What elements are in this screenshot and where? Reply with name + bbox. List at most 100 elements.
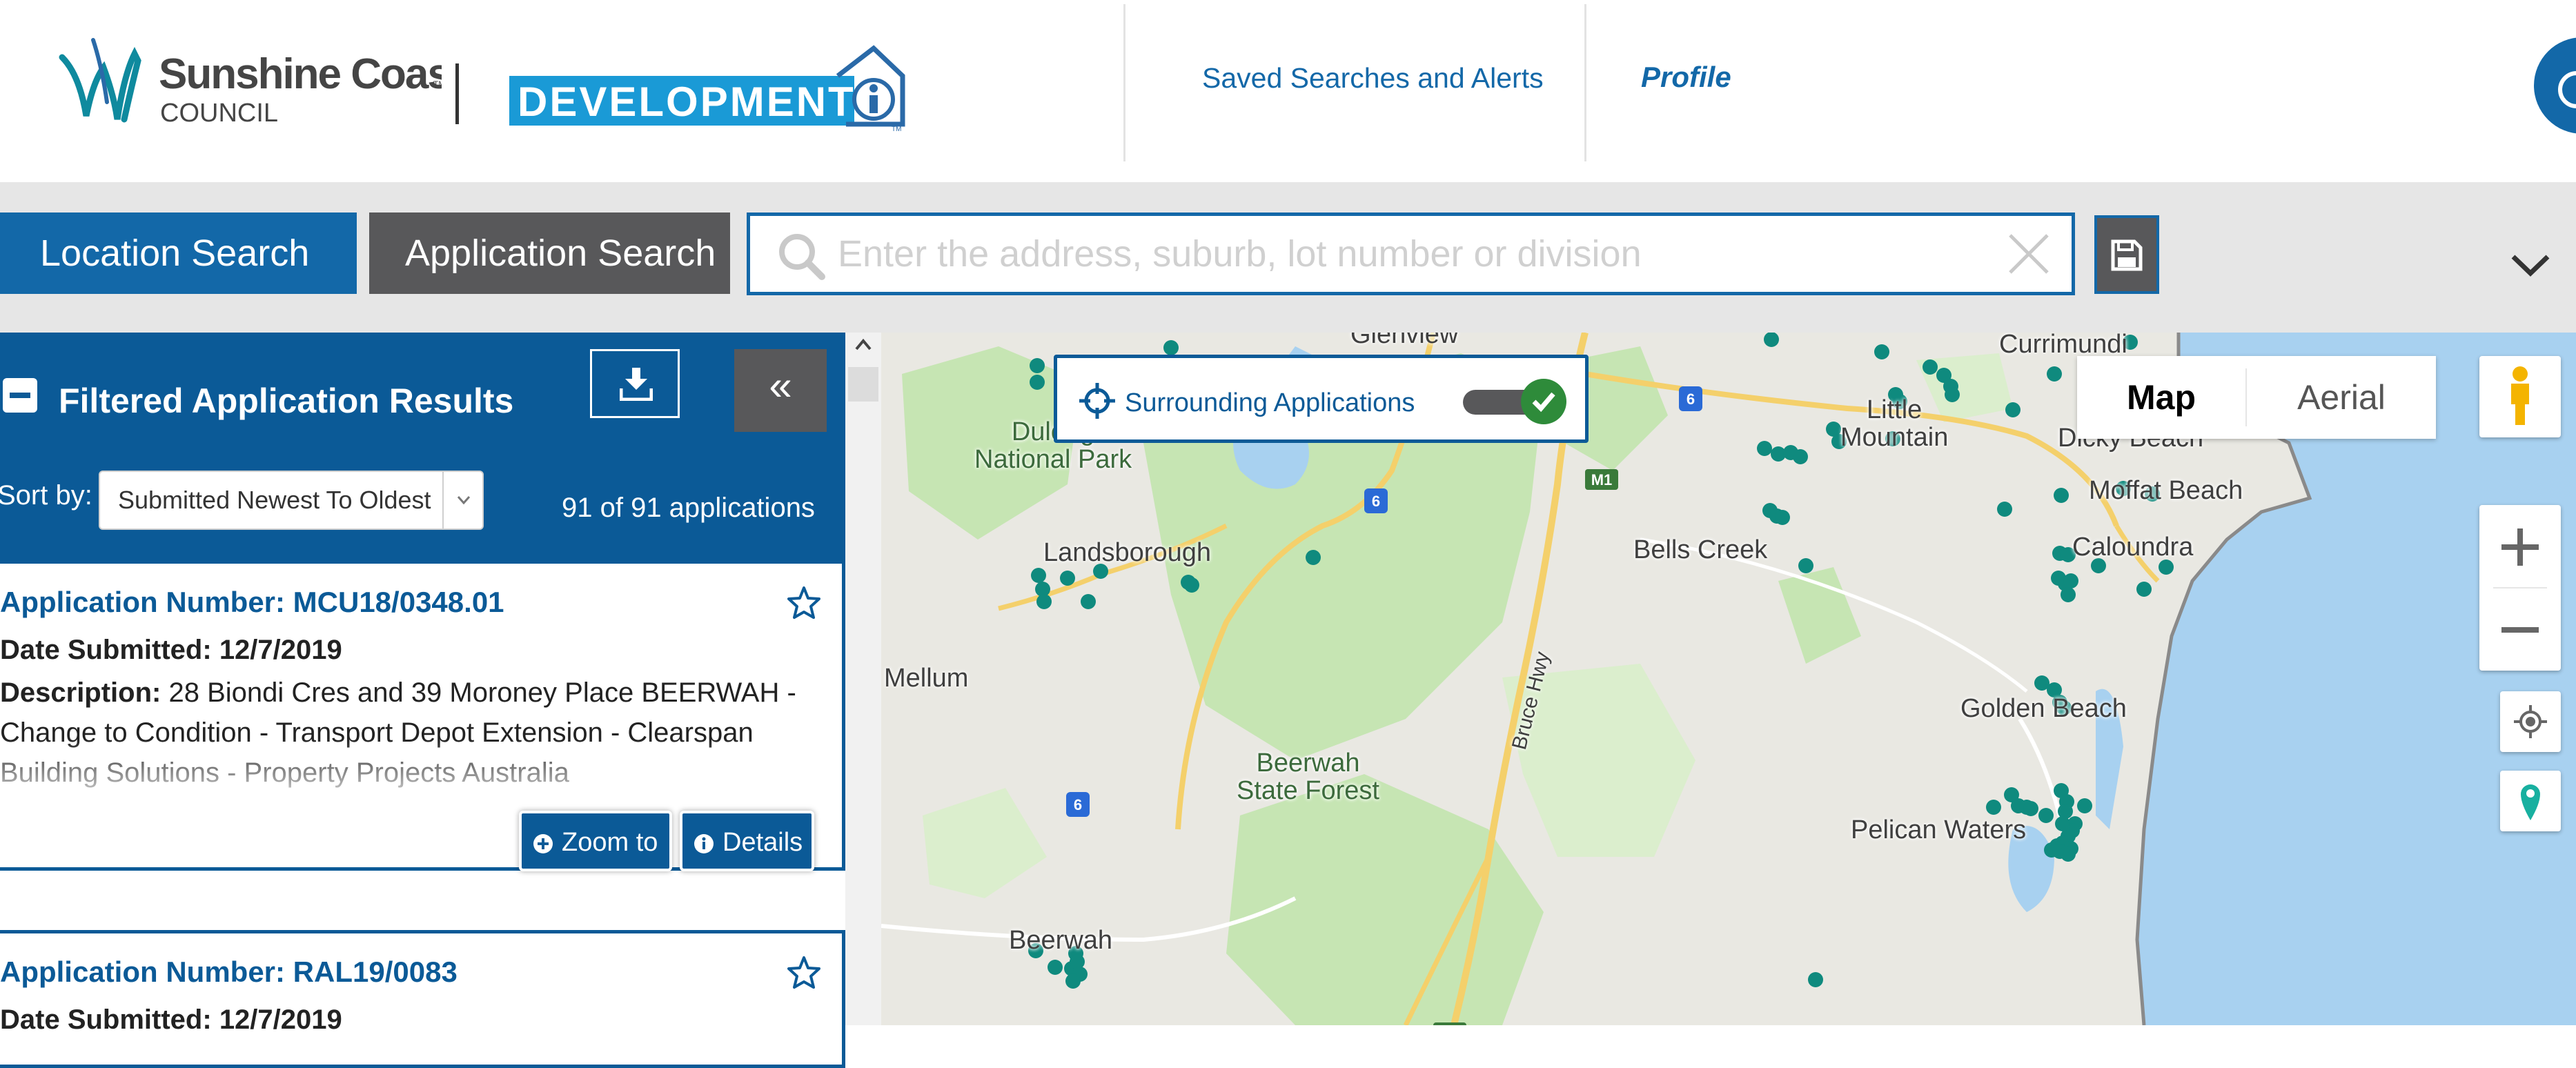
application-number[interactable]: Application Number: RAL19/0083 (0, 956, 458, 989)
check-icon (1532, 392, 1555, 412)
application-marker[interactable] (1793, 449, 1808, 464)
surrounding-applications-label: Surrounding Applications (1125, 388, 1415, 417)
application-marker[interactable] (1757, 441, 1772, 456)
application-number[interactable]: Application Number: MCU18/0348.01 (0, 586, 504, 619)
double-chevron-left-icon: « (769, 362, 792, 408)
crosshair-target-icon (2514, 705, 2547, 738)
sort-select[interactable]: Submitted Newest To Oldest (99, 471, 484, 530)
pegman-icon (2511, 366, 2529, 425)
nav-profile-link[interactable]: Profile (1641, 61, 1731, 94)
application-marker[interactable] (1163, 340, 1179, 355)
filter-checkbox[interactable] (3, 378, 37, 413)
application-marker[interactable] (1030, 358, 1045, 373)
application-marker[interactable] (1081, 594, 1096, 609)
map-label-pelican-waters: Pelican Waters (1851, 815, 2027, 844)
tab-application-search[interactable]: Application Search (369, 212, 730, 294)
map-type-control: Map Aerial (2077, 356, 2436, 439)
info-circle-icon (694, 833, 714, 853)
date-submitted-label: Date Submitted: (0, 635, 212, 665)
route-6-shield-label: 6 (1687, 390, 1695, 408)
my-location-button[interactable] (2500, 691, 2561, 752)
application-marker[interactable] (2052, 844, 2067, 859)
tab-location-search[interactable]: Location Search (0, 212, 357, 294)
toggle-knob[interactable] (1521, 379, 1566, 424)
application-marker[interactable] (2063, 573, 2078, 589)
collapse-panel-button[interactable]: « (734, 349, 827, 432)
search-box (747, 212, 2075, 295)
application-marker[interactable] (1036, 594, 1052, 609)
application-marker[interactable] (2054, 488, 2069, 503)
sort-by-label: Sort by: (0, 480, 92, 511)
application-marker[interactable] (2023, 801, 2038, 816)
street-view-pegman-button[interactable] (2479, 356, 2561, 437)
map-label-golden-beach: Golden Beach (1960, 694, 2127, 723)
application-marker[interactable] (1997, 502, 2012, 517)
application-marker[interactable] (1986, 800, 2001, 815)
application-marker[interactable] (1065, 973, 1081, 989)
application-marker[interactable] (1808, 972, 1823, 987)
drop-pin-button[interactable] (2500, 771, 2561, 831)
star-icon[interactable] (787, 586, 821, 620)
application-marker[interactable] (1923, 359, 1938, 375)
application-marker[interactable] (1031, 568, 1046, 583)
application-marker[interactable] (2055, 816, 2070, 831)
application-card[interactable]: Application Number: MCU18/0348.01 Date S… (0, 560, 845, 871)
application-marker[interactable] (1030, 375, 1045, 390)
application-marker[interactable] (2136, 582, 2152, 597)
help-button[interactable] (2534, 37, 2576, 134)
application-marker[interactable] (1798, 558, 1813, 573)
details-button[interactable]: Details (680, 811, 814, 871)
plus-icon (2501, 528, 2539, 566)
download-icon (620, 368, 653, 401)
date-submitted: Date Submitted: 12/7/2019 (0, 635, 342, 666)
download-results-button[interactable] (590, 349, 680, 418)
application-card[interactable]: Application Number: RAL19/0083 Date Subm… (0, 930, 845, 1068)
save-search-button[interactable] (2094, 215, 2159, 294)
scroll-up-icon[interactable] (854, 337, 873, 353)
surrounding-applications-toggle[interactable]: Surrounding Applications (1054, 355, 1589, 443)
application-marker[interactable] (1306, 550, 1321, 565)
application-marker[interactable] (1048, 960, 1063, 975)
zoom-in-button[interactable] (2479, 505, 2561, 588)
site-header: Sunshine Coast TM COUNCIL DEVELOPMENT TM… (0, 0, 2576, 182)
application-marker[interactable] (1874, 344, 1889, 359)
zoom-control (2479, 505, 2561, 671)
results-panel: Filtered Application Results « Sort by: … (0, 333, 881, 1068)
zoom-to-button[interactable]: Zoom to (519, 811, 672, 871)
star-icon[interactable] (787, 956, 821, 990)
development-i-logo[interactable]: DEVELOPMENT TM (508, 43, 908, 132)
map-type-map-button[interactable]: Map (2077, 356, 2245, 439)
sort-select-value: Submitted Newest To Oldest (118, 486, 431, 514)
application-marker[interactable] (1775, 510, 1790, 525)
help-icon (2558, 71, 2576, 108)
application-marker[interactable] (2061, 587, 2076, 602)
application-marker[interactable] (2077, 798, 2092, 813)
results-scrollbar[interactable] (845, 333, 881, 1025)
application-marker[interactable] (2005, 402, 2021, 417)
zoom-out-button[interactable] (2479, 588, 2561, 671)
application-marker[interactable] (1060, 571, 1075, 586)
map-label-caloundra: Caloundra (2072, 533, 2194, 562)
results-panel-header: Filtered Application Results « Sort by: … (0, 333, 845, 560)
route-6-shield-label: 6 (1372, 493, 1380, 510)
scrollbar-thumb[interactable] (848, 367, 878, 402)
application-marker[interactable] (2047, 366, 2062, 382)
clear-search-icon[interactable] (2006, 231, 2052, 277)
application-marker[interactable] (1764, 333, 1779, 347)
date-submitted-label: Date Submitted: (0, 1005, 212, 1035)
sunshine-coast-council-logo[interactable]: Sunshine Coast TM COUNCIL (55, 26, 442, 130)
chevron-down-icon[interactable] (2509, 251, 2552, 279)
route-6-shield-label: 6 (1074, 796, 1082, 813)
application-marker[interactable] (1184, 577, 1199, 593)
nav-saved-searches-link[interactable]: Saved Searches and Alerts (1202, 62, 1544, 95)
map-canvas[interactable]: M1 M1 6 6 6 Glenview Currimundi Little M… (881, 333, 2576, 1025)
results-panel-title: Filtered Application Results (59, 382, 514, 420)
minus-icon (2501, 627, 2539, 633)
map-label-little-mountain: Little Mountain (1840, 395, 1949, 452)
search-input[interactable] (836, 230, 1968, 278)
m1-shield-label: M1 (1591, 471, 1613, 488)
logo-scc-line1: Sunshine Coast (159, 50, 442, 98)
application-marker[interactable] (2038, 808, 2054, 823)
map-type-aerial-button[interactable]: Aerial (2247, 356, 2436, 439)
result-count: 91 of 91 applications (562, 493, 815, 523)
